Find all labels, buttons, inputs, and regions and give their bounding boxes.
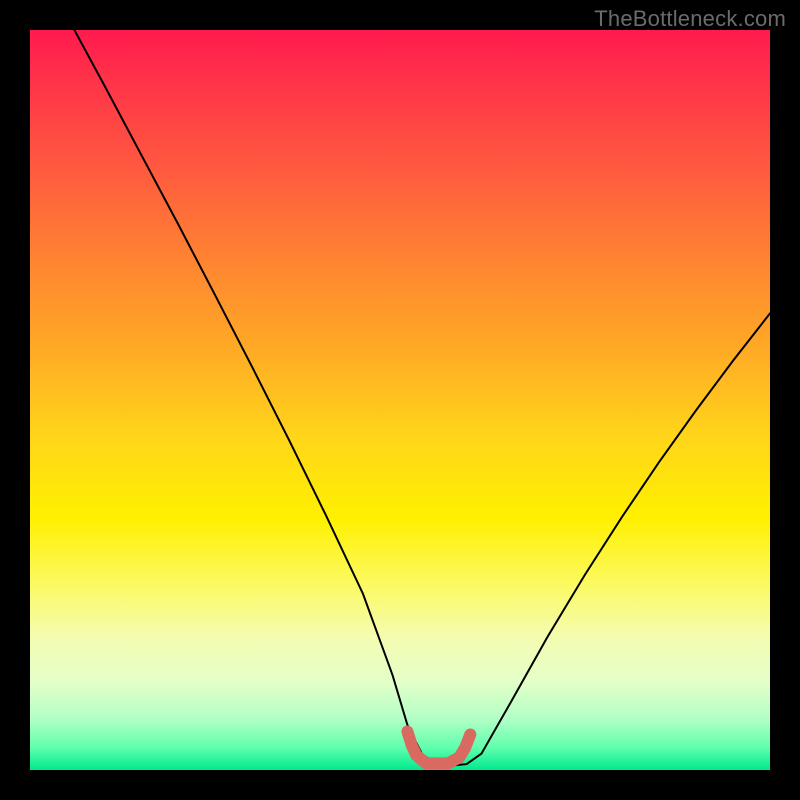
flat-bottom-marker [407,732,470,764]
chart-frame: TheBottleneck.com [0,0,800,800]
chart-svg [30,30,770,770]
watermark-text: TheBottleneck.com [594,6,786,32]
bottleneck-curve [74,30,770,766]
plot-area [30,30,770,770]
